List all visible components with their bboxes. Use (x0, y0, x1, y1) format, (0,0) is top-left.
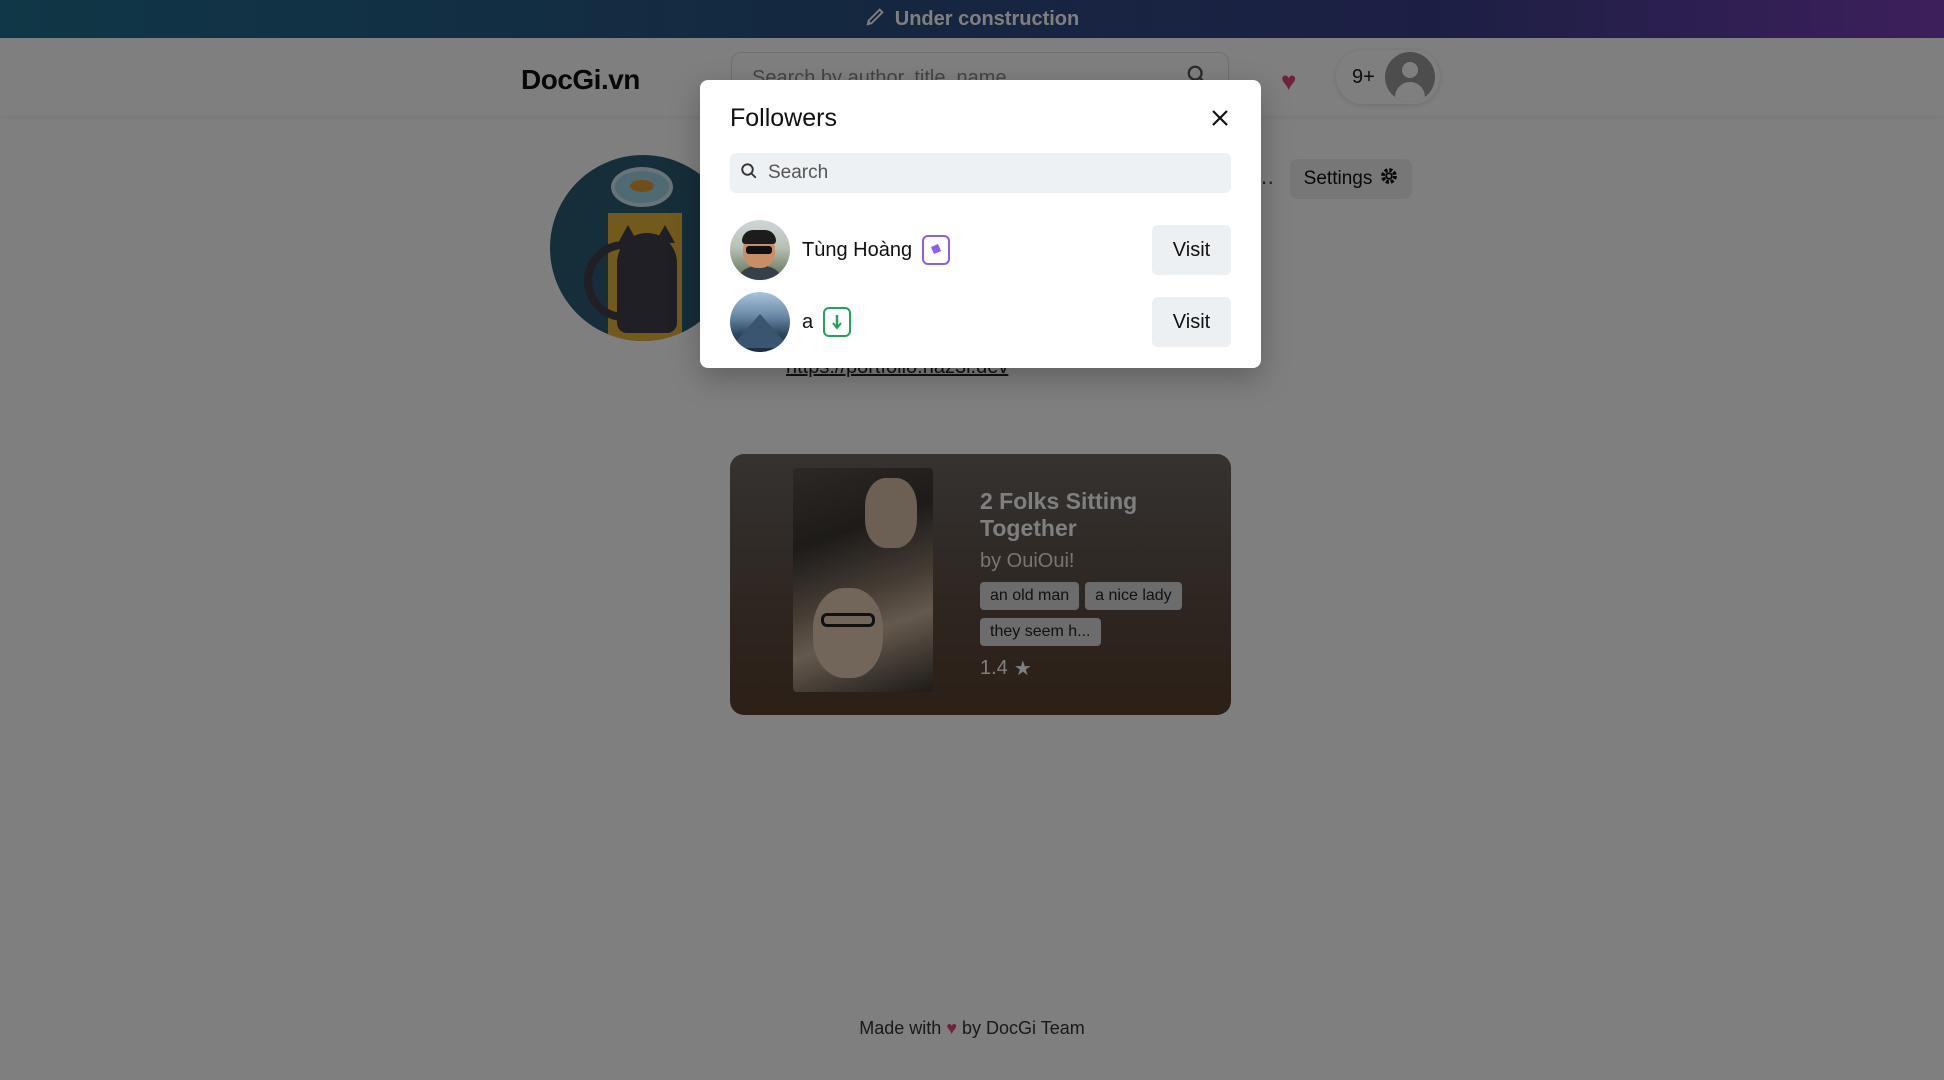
search-icon (740, 162, 758, 185)
follower-row: a Visit (730, 292, 1231, 352)
follower-row: Tùng Hoàng Visit (730, 220, 1231, 280)
badge-icon (823, 307, 852, 337)
visit-button[interactable]: Visit (1152, 297, 1231, 347)
follower-name[interactable]: Tùng Hoàng (802, 239, 912, 262)
modal-title: Followers (730, 104, 837, 132)
follower-avatar[interactable] (730, 292, 790, 352)
close-icon[interactable] (1206, 104, 1234, 132)
follower-avatar[interactable] (730, 220, 790, 280)
followers-search-input[interactable] (768, 162, 1231, 184)
follower-name[interactable]: a (802, 311, 813, 334)
followers-modal: Followers Tùng Hoàng Visit a Visit (700, 80, 1261, 368)
badge-icon (922, 235, 951, 265)
visit-button[interactable]: Visit (1152, 225, 1231, 275)
followers-search[interactable] (730, 153, 1231, 193)
